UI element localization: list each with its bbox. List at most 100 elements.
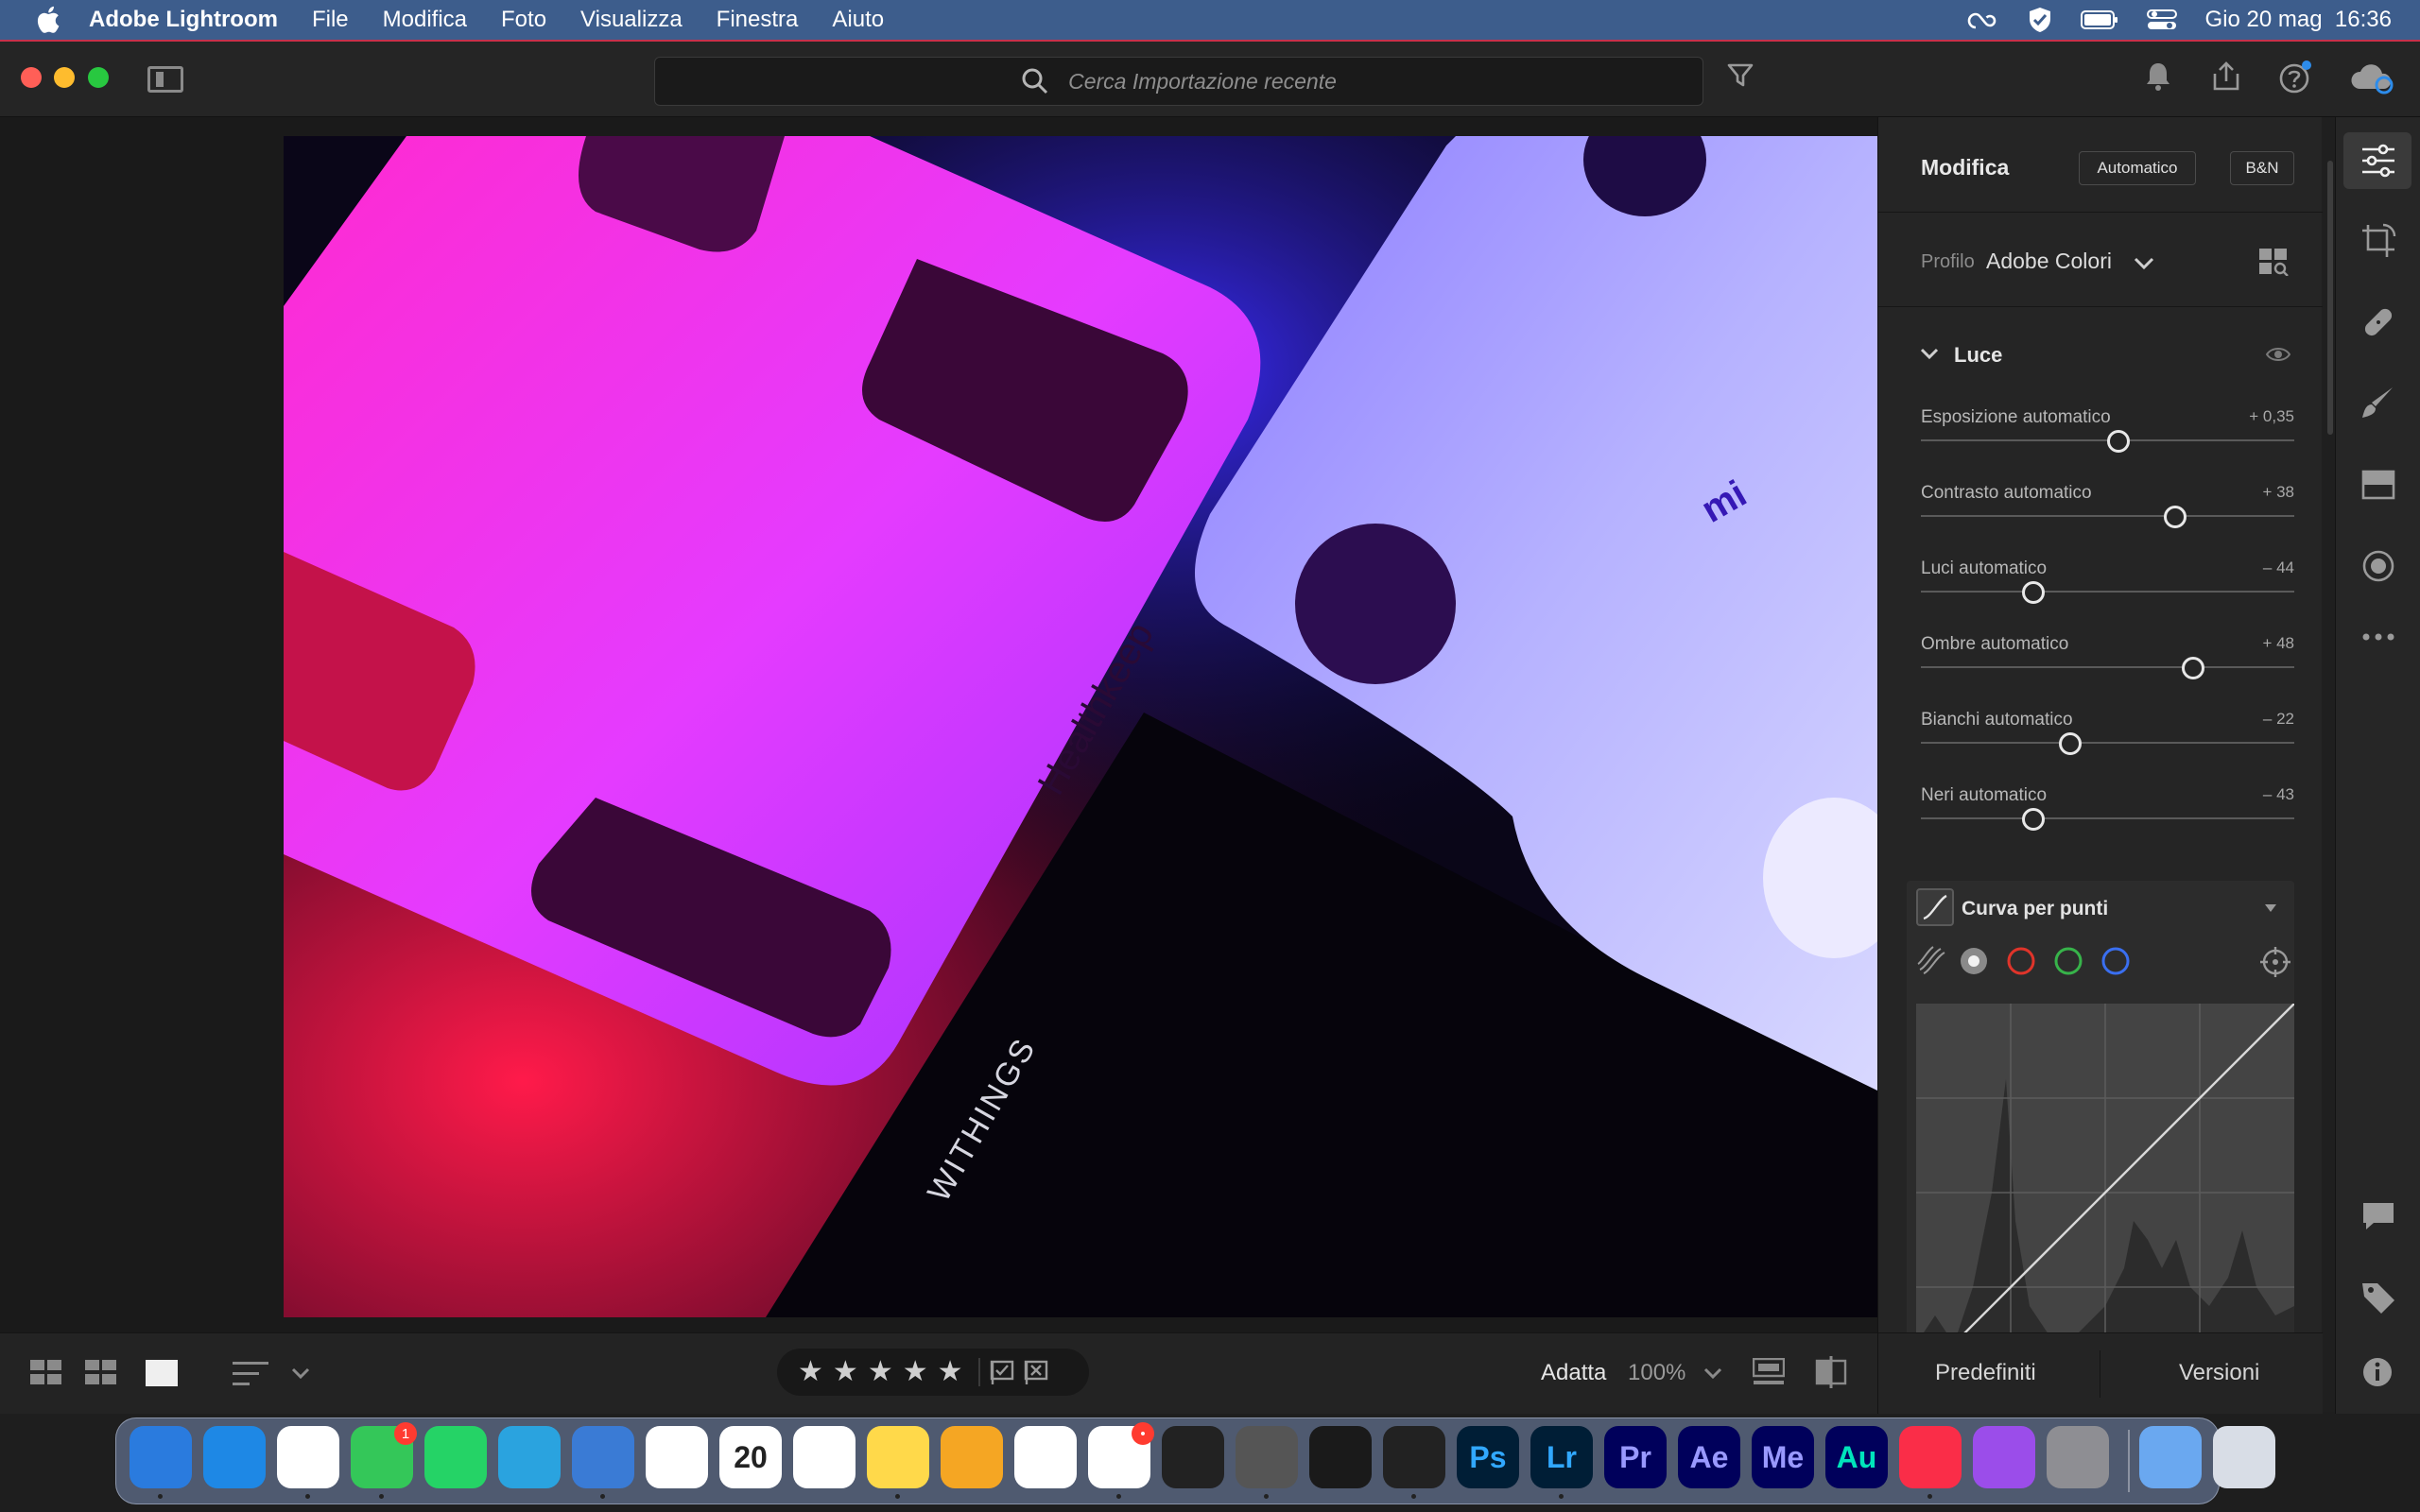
dock-app-photoshop[interactable]: Ps bbox=[1457, 1426, 1519, 1488]
curve-toggle-button[interactable] bbox=[1916, 888, 1954, 926]
sort-icon[interactable] bbox=[233, 1362, 268, 1386]
zoom-fit-label[interactable]: Adatta bbox=[1541, 1360, 1606, 1386]
dock-app-chrome[interactable] bbox=[277, 1426, 339, 1488]
radial-gradient-icon[interactable] bbox=[2360, 548, 2396, 584]
dock-app-media-encoder[interactable]: Me bbox=[1752, 1426, 1814, 1488]
dock-app-whatsapp[interactable] bbox=[424, 1426, 487, 1488]
dock-app-telegram[interactable] bbox=[498, 1426, 561, 1488]
menu-modifica[interactable]: Modifica bbox=[383, 7, 467, 33]
edit-sliders-icon[interactable] bbox=[2360, 144, 2396, 178]
dock-app-lightroom[interactable]: Lr bbox=[1530, 1426, 1593, 1488]
slider-value[interactable]: – 44 bbox=[2263, 558, 2294, 577]
panel-scrollbar[interactable] bbox=[2327, 161, 2333, 435]
light-section-chevron-icon[interactable] bbox=[1920, 348, 1939, 361]
rating-star-4[interactable]: ★ bbox=[903, 1358, 928, 1386]
slider-value[interactable]: – 22 bbox=[2263, 710, 2294, 729]
green-channel-icon[interactable] bbox=[2052, 945, 2084, 977]
black-white-button[interactable]: B&N bbox=[2230, 151, 2294, 185]
close-window-button[interactable] bbox=[21, 67, 42, 88]
sidebar-toggle-icon[interactable] bbox=[147, 66, 183, 93]
zoom-value[interactable]: 100% bbox=[1628, 1360, 1685, 1386]
dock-app-numbers[interactable] bbox=[1014, 1426, 1077, 1488]
dock-app-davinci-resolve[interactable] bbox=[1309, 1426, 1372, 1488]
eye-visibility-icon[interactable] bbox=[2266, 346, 2290, 363]
apple-menu-icon[interactable] bbox=[32, 3, 66, 37]
grid-view-detail-icon[interactable] bbox=[85, 1360, 117, 1386]
rating-star-2[interactable]: ★ bbox=[833, 1358, 858, 1386]
curve-graph[interactable] bbox=[1916, 1004, 2294, 1382]
dock-app-finder[interactable] bbox=[130, 1426, 192, 1488]
dock-app-messages[interactable]: 1 bbox=[351, 1422, 417, 1488]
dock-app-pages[interactable] bbox=[941, 1426, 1003, 1488]
dock-app-music[interactable] bbox=[1899, 1426, 1962, 1488]
slider-thumb[interactable] bbox=[2107, 430, 2131, 453]
slider-value[interactable]: + 48 bbox=[2262, 634, 2294, 653]
dock-app-audition[interactable]: Au bbox=[1825, 1426, 1888, 1488]
detail-view-icon[interactable] bbox=[146, 1360, 178, 1386]
menu-foto[interactable]: Foto bbox=[501, 7, 546, 33]
slider-thumb[interactable] bbox=[2021, 581, 2045, 604]
profile-dropdown[interactable]: Adobe Colori bbox=[1986, 249, 2112, 274]
dock-app-podcasts[interactable] bbox=[1973, 1426, 2035, 1488]
slider-track[interactable] bbox=[1921, 515, 2294, 517]
menu-aiuto[interactable]: Aiuto bbox=[832, 7, 884, 33]
curve-dropdown-arrow-icon[interactable] bbox=[2264, 903, 2277, 913]
slider-track[interactable] bbox=[1921, 817, 2294, 819]
profile-chevron-down-icon[interactable] bbox=[2134, 257, 2154, 270]
slider-value[interactable]: + 38 bbox=[2262, 483, 2294, 502]
auto-button[interactable]: Automatico bbox=[2079, 151, 2196, 185]
search-input[interactable]: Cerca Importazione recente bbox=[654, 57, 1703, 106]
more-options-icon[interactable] bbox=[2360, 631, 2396, 643]
slider-value[interactable]: + 0,35 bbox=[2249, 407, 2294, 426]
dock-app-slack[interactable]: • bbox=[1088, 1422, 1154, 1488]
brush-icon[interactable] bbox=[2360, 386, 2396, 421]
rating-star-3[interactable]: ★ bbox=[868, 1358, 893, 1386]
parametric-curve-icon[interactable] bbox=[1916, 945, 1948, 977]
menu-finestra[interactable]: Finestra bbox=[717, 7, 799, 33]
slider-thumb[interactable] bbox=[2182, 657, 2205, 679]
dock-app-trash[interactable] bbox=[2213, 1426, 2275, 1488]
slider-track[interactable] bbox=[1921, 666, 2294, 668]
dock-app-after-effects[interactable]: Ae bbox=[1678, 1426, 1740, 1488]
minimize-window-button[interactable] bbox=[54, 67, 75, 88]
shield-check-icon[interactable] bbox=[2028, 7, 2052, 33]
menubar-clock[interactable]: Gio 20 mag 16:36 bbox=[2205, 7, 2392, 33]
rgb-channel-dot-icon[interactable] bbox=[1958, 945, 1990, 977]
slider-track[interactable] bbox=[1921, 742, 2294, 744]
slider-value[interactable]: – 43 bbox=[2263, 785, 2294, 804]
rating-star-1[interactable]: ★ bbox=[798, 1358, 823, 1386]
dock-app-final-cut-pro[interactable] bbox=[1162, 1426, 1224, 1488]
dock-app-safari[interactable] bbox=[203, 1426, 266, 1488]
blue-channel-icon[interactable] bbox=[2100, 945, 2132, 977]
help-icon[interactable] bbox=[2278, 60, 2312, 94]
slider-track[interactable] bbox=[1921, 591, 2294, 593]
target-adjust-icon[interactable] bbox=[2260, 947, 2290, 977]
cloud-sync-icon[interactable] bbox=[2348, 60, 2395, 94]
photo-canvas[interactable]: Healthkeep WITHINGS mi bbox=[0, 117, 1877, 1332]
profile-browser-icon[interactable] bbox=[2258, 248, 2289, 276]
slider-thumb[interactable] bbox=[2059, 732, 2082, 755]
photo-image[interactable]: Healthkeep WITHINGS mi bbox=[284, 136, 1877, 1317]
menu-file[interactable]: File bbox=[312, 7, 349, 33]
healing-brush-icon[interactable] bbox=[2360, 304, 2396, 340]
versions-tab[interactable]: Versioni bbox=[2179, 1360, 2259, 1386]
share-icon[interactable] bbox=[2210, 60, 2242, 93]
flag-reject-icon[interactable] bbox=[1024, 1360, 1048, 1384]
dock-app-notes[interactable] bbox=[867, 1426, 929, 1488]
before-after-compare-icon[interactable] bbox=[1815, 1356, 1847, 1388]
control-center-icon[interactable] bbox=[2146, 9, 2177, 31]
app-menu[interactable]: Adobe Lightroom bbox=[89, 7, 278, 33]
dock-app-photos[interactable] bbox=[646, 1426, 708, 1488]
battery-icon[interactable] bbox=[2080, 10, 2118, 29]
zoom-window-button[interactable] bbox=[88, 67, 109, 88]
dock-app-calendar[interactable]: 20 bbox=[719, 1426, 782, 1488]
dock-app-infuse[interactable] bbox=[1383, 1426, 1445, 1488]
creative-cloud-icon[interactable] bbox=[1967, 9, 1999, 31]
grid-view-square-icon[interactable] bbox=[30, 1360, 62, 1386]
dock-app-system-preferences[interactable] bbox=[2047, 1426, 2109, 1488]
dock-app-compressor[interactable] bbox=[1236, 1426, 1298, 1488]
slider-thumb[interactable] bbox=[2021, 808, 2045, 831]
filter-icon[interactable] bbox=[1726, 60, 1754, 89]
zoom-chevron-down-icon[interactable] bbox=[1703, 1367, 1722, 1381]
dock-app-reminders[interactable] bbox=[793, 1426, 856, 1488]
